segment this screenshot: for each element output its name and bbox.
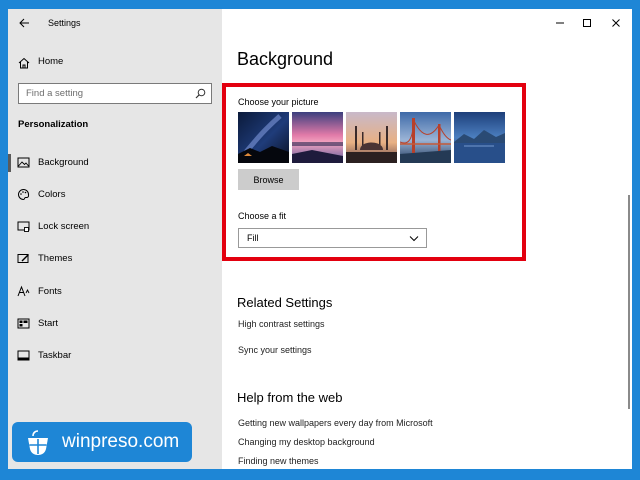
search-input[interactable]: Find a setting xyxy=(18,83,212,104)
sidebar-item-background[interactable]: Background xyxy=(8,152,222,174)
link-sync-settings[interactable]: Sync your settings xyxy=(238,345,312,355)
picture-icon xyxy=(17,157,30,168)
search-placeholder: Find a setting xyxy=(26,88,84,99)
picture-thumbnail-mountain-lake[interactable] xyxy=(454,112,505,163)
sidebar-item-lock-screen[interactable]: Lock screen xyxy=(8,216,222,238)
choose-picture-label: Choose your picture xyxy=(238,97,319,107)
scrollbar[interactable] xyxy=(628,195,630,409)
font-icon xyxy=(17,285,30,297)
link-finding-themes[interactable]: Finding new themes xyxy=(238,456,319,466)
sidebar-item-label: Colors xyxy=(38,189,66,200)
picture-thumbnail-golden-gate[interactable] xyxy=(400,112,451,163)
nav-home-label: Home xyxy=(38,56,64,67)
maximize-button[interactable] xyxy=(579,15,595,31)
section-title: Personalization xyxy=(18,119,89,130)
sidebar-item-taskbar[interactable]: Taskbar xyxy=(8,345,222,367)
fit-dropdown-value: Fill xyxy=(247,233,259,243)
settings-window: Settings Home Find a setting Personaliza… xyxy=(8,9,632,469)
start-menu-icon xyxy=(17,318,30,329)
back-arrow-icon xyxy=(18,18,29,28)
sidebar: Settings Home Find a setting Personaliza… xyxy=(8,9,222,469)
selected-indicator xyxy=(8,154,11,172)
palette-icon xyxy=(18,188,30,201)
sidebar-item-label: Start xyxy=(38,318,59,329)
link-change-background[interactable]: Changing my desktop background xyxy=(238,437,375,447)
winpreso-logo-icon xyxy=(28,430,48,455)
choose-fit-label: Choose a fit xyxy=(238,211,287,221)
sidebar-item-label: Themes xyxy=(38,253,73,264)
minimize-icon xyxy=(556,22,564,24)
maximize-icon xyxy=(583,19,591,27)
minimize-button[interactable] xyxy=(552,15,568,31)
home-icon xyxy=(18,57,30,69)
help-title: Help from the web xyxy=(237,390,343,405)
sidebar-item-label: Lock screen xyxy=(38,221,90,232)
sidebar-item-fonts[interactable]: Fonts xyxy=(8,281,222,303)
app-title: Settings xyxy=(48,18,81,28)
close-button[interactable] xyxy=(608,15,624,31)
search-icon xyxy=(195,88,206,99)
watermark-text: winpreso.com xyxy=(62,431,180,452)
fit-dropdown[interactable]: Fill xyxy=(238,228,427,248)
chevron-down-icon xyxy=(409,236,419,242)
browse-button[interactable]: Browse xyxy=(238,169,299,190)
title-bar: Settings xyxy=(8,9,222,39)
picture-thumbnail-milky-way[interactable] xyxy=(238,112,289,163)
sidebar-item-start[interactable]: Start xyxy=(8,313,222,335)
sidebar-item-label: Background xyxy=(38,157,89,168)
taskbar-icon xyxy=(17,350,30,361)
brush-icon xyxy=(17,254,29,263)
watermark-badge: winpreso.com xyxy=(12,422,192,462)
picture-thumbnail-mosque[interactable] xyxy=(346,112,397,163)
back-button[interactable] xyxy=(16,15,32,31)
link-high-contrast[interactable]: High contrast settings xyxy=(238,319,325,329)
page-title: Background xyxy=(237,49,334,69)
sidebar-item-label: Taskbar xyxy=(38,350,72,361)
related-settings-title: Related Settings xyxy=(237,295,333,310)
sidebar-item-colors[interactable]: Colors xyxy=(8,184,222,206)
link-new-wallpapers[interactable]: Getting new wallpapers every day from Mi… xyxy=(238,418,433,428)
main-content: Background Choose your picture Browse Ch… xyxy=(222,9,632,469)
picture-thumbnail-pink-sunset[interactable] xyxy=(292,112,343,163)
sidebar-item-themes[interactable]: Themes xyxy=(8,248,222,270)
close-icon xyxy=(612,19,620,27)
lock-screen-icon xyxy=(17,221,30,232)
sidebar-item-label: Fonts xyxy=(38,286,62,297)
nav-home[interactable]: Home xyxy=(8,53,222,73)
